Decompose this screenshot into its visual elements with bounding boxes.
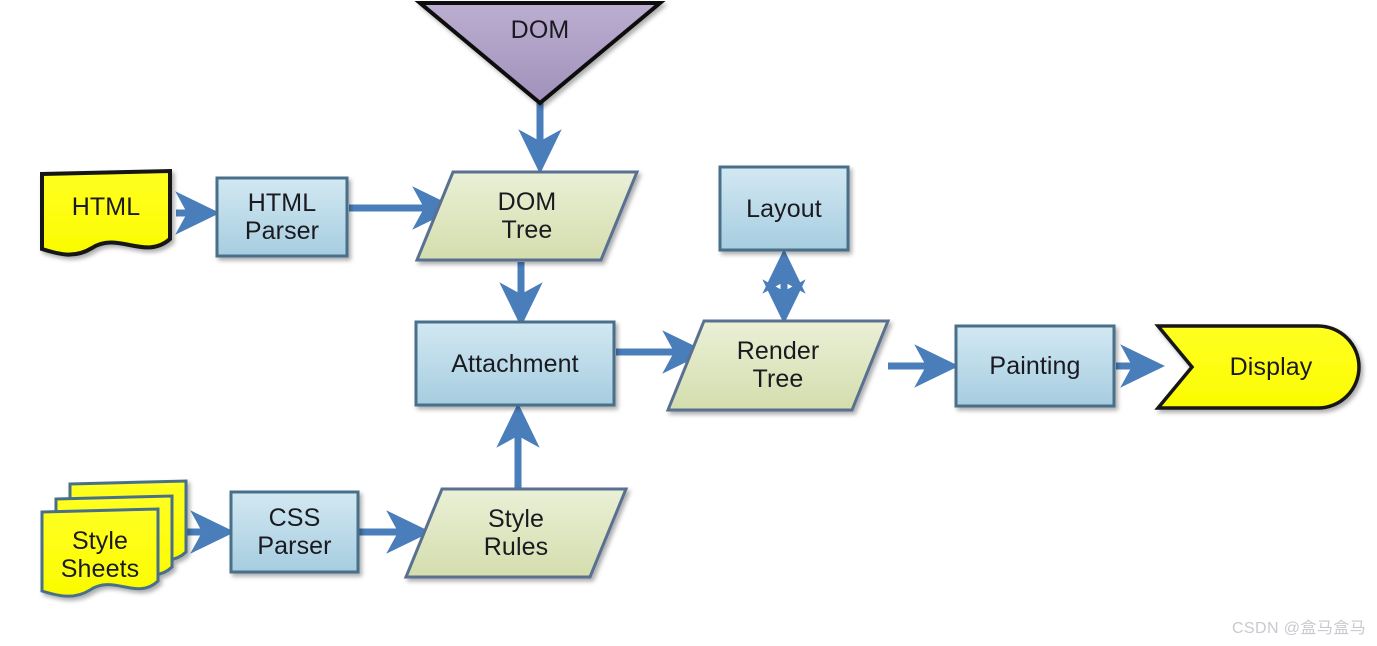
edge-layer — [175, 100, 1165, 554]
node-render-tree[interactable] — [665, 319, 891, 412]
node-style-sheets[interactable] — [40, 479, 188, 598]
diagram-canvas: DOM HTML HTML Parser DOM Tree Layout Att… — [0, 0, 1377, 646]
node-attachment[interactable] — [414, 320, 616, 407]
node-dom-tree[interactable] — [414, 170, 640, 262]
node-css-parser[interactable] — [229, 490, 360, 574]
style-sheet-front — [40, 507, 160, 598]
node-dom[interactable] — [414, 1, 666, 106]
watermark: CSDN @盒马盒马 — [1232, 620, 1367, 637]
diagram-svg — [40, 1, 1361, 598]
node-display[interactable] — [1154, 324, 1361, 410]
node-html[interactable] — [40, 168, 172, 257]
node-html-parser[interactable] — [215, 176, 349, 258]
node-painting[interactable] — [954, 324, 1116, 408]
node-layout[interactable] — [718, 165, 850, 252]
node-style-rules[interactable] — [403, 487, 629, 579]
